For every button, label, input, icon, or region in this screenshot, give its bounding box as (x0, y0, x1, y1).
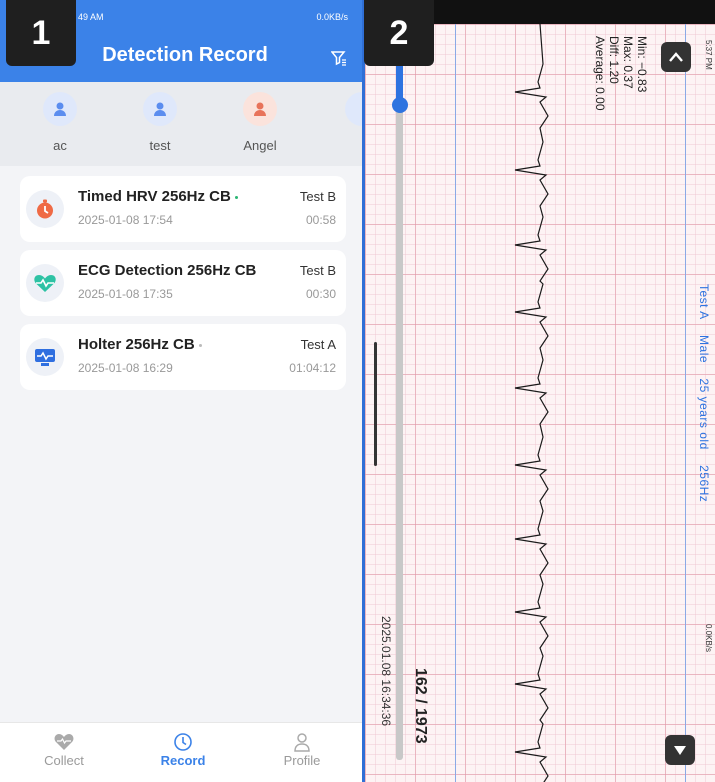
tab-profile[interactable]: Profile (262, 731, 342, 768)
record-date: 2025-01-08 17:35 (78, 287, 173, 301)
stopwatch-icon (26, 190, 64, 228)
step-badge-1: 1 (6, 0, 76, 66)
user-angel[interactable]: Angel (220, 92, 300, 153)
record-title-text: Holter 256Hz CB (78, 336, 195, 353)
stat-average: Average: 0.00 (593, 36, 607, 111)
tab-label: Collect (44, 753, 84, 768)
status-time: 49 AM (78, 12, 104, 22)
patient-age: 25 years old (697, 378, 711, 450)
user-name: Angel (243, 138, 277, 153)
avatar (43, 92, 77, 126)
record-duration: 00:30 (305, 287, 336, 301)
status-network: 0.0KB/s (704, 624, 713, 653)
scroll-thumb[interactable] (392, 97, 408, 113)
record-title: Holter 256Hz CB (78, 336, 202, 353)
record-duration: 00:58 (305, 213, 336, 227)
triangle-down-icon (674, 746, 686, 755)
patient-name: Test A (697, 284, 711, 320)
tab-record[interactable]: Record (143, 731, 223, 768)
status-time: 5:37 PM (704, 40, 713, 70)
record-title: ECG Detection 256Hz CB (78, 262, 257, 279)
user-partial[interactable] (322, 92, 362, 126)
filter-icon[interactable] (331, 50, 347, 66)
user-name: ac (53, 138, 67, 153)
record-card[interactable]: ECG Detection 256Hz CB 2025-01-08 17:35 … (20, 250, 346, 316)
status-dot (234, 195, 238, 199)
avatar (243, 92, 277, 126)
step-badge-2: 2 (364, 0, 434, 66)
page-up-button[interactable] (661, 42, 691, 72)
avatar (143, 92, 177, 126)
avatar (345, 92, 362, 126)
record-timestamp: 2025.01.08 16:34:36 (379, 616, 393, 727)
scroll-track[interactable] (396, 60, 403, 760)
record-user: Test B (299, 263, 336, 278)
record-card[interactable]: Timed HRV 256Hz CB 2025-01-08 17:54 Test… (20, 176, 346, 242)
chevron-up-icon (669, 52, 683, 62)
person-icon (54, 102, 66, 116)
status-bar: 49 AM 0.0KB/s (78, 10, 348, 24)
status-network: 0.0KB/s (316, 12, 348, 22)
signal-stats: Min: −0.83 Max: 0.37 Diff: 1.20 Average:… (593, 36, 649, 111)
record-duration: 01:04:12 (289, 361, 336, 375)
record-title: Timed HRV 256Hz CB (78, 188, 238, 205)
record-card[interactable]: Holter 256Hz CB 2025-01-08 16:29 Test A … (20, 324, 346, 390)
drag-handle[interactable] (374, 342, 377, 466)
heart-pulse-icon (26, 264, 64, 302)
page-counter: 162 / 1973 (412, 668, 429, 744)
user-selector: ac test Angel (0, 82, 362, 166)
person-icon (294, 733, 310, 752)
record-user: Test A (300, 337, 336, 352)
monitor-pulse-icon (26, 338, 64, 376)
user-name: test (149, 138, 171, 153)
stat-diff: Diff: 1.20 (607, 36, 621, 84)
clock-icon (174, 733, 192, 751)
record-user: Test B (299, 189, 336, 204)
detection-record-screen: 49 AM 0.0KB/s Detection Record ac test A… (0, 0, 362, 782)
heart-icon (54, 734, 74, 750)
person-icon (154, 102, 166, 116)
user-ac[interactable]: ac (20, 92, 100, 153)
sample-rate: 256Hz (697, 465, 711, 503)
record-date: 2025-01-08 16:29 (78, 361, 173, 375)
user-test[interactable]: test (120, 92, 200, 153)
stat-min: Min: −0.83 (635, 36, 649, 93)
tab-label: Record (160, 753, 206, 768)
ecg-viewer-screen: Min: −0.83 Max: 0.37 Diff: 1.20 Average:… (365, 0, 715, 782)
tab-label: Profile (283, 753, 321, 768)
patient-sex: Male (697, 335, 711, 364)
record-title-text: Timed HRV 256Hz CB (78, 188, 231, 205)
status-dot (198, 343, 202, 347)
person-icon (254, 102, 266, 116)
patient-info: Test A Male 25 years old 256Hz (697, 284, 711, 502)
page-down-button[interactable] (665, 735, 695, 765)
record-date: 2025-01-08 17:54 (78, 213, 173, 227)
stat-max: Max: 0.37 (621, 36, 635, 89)
bottom-tab-bar: Collect Record Profile (0, 722, 362, 782)
tab-collect[interactable]: Collect (24, 731, 104, 768)
